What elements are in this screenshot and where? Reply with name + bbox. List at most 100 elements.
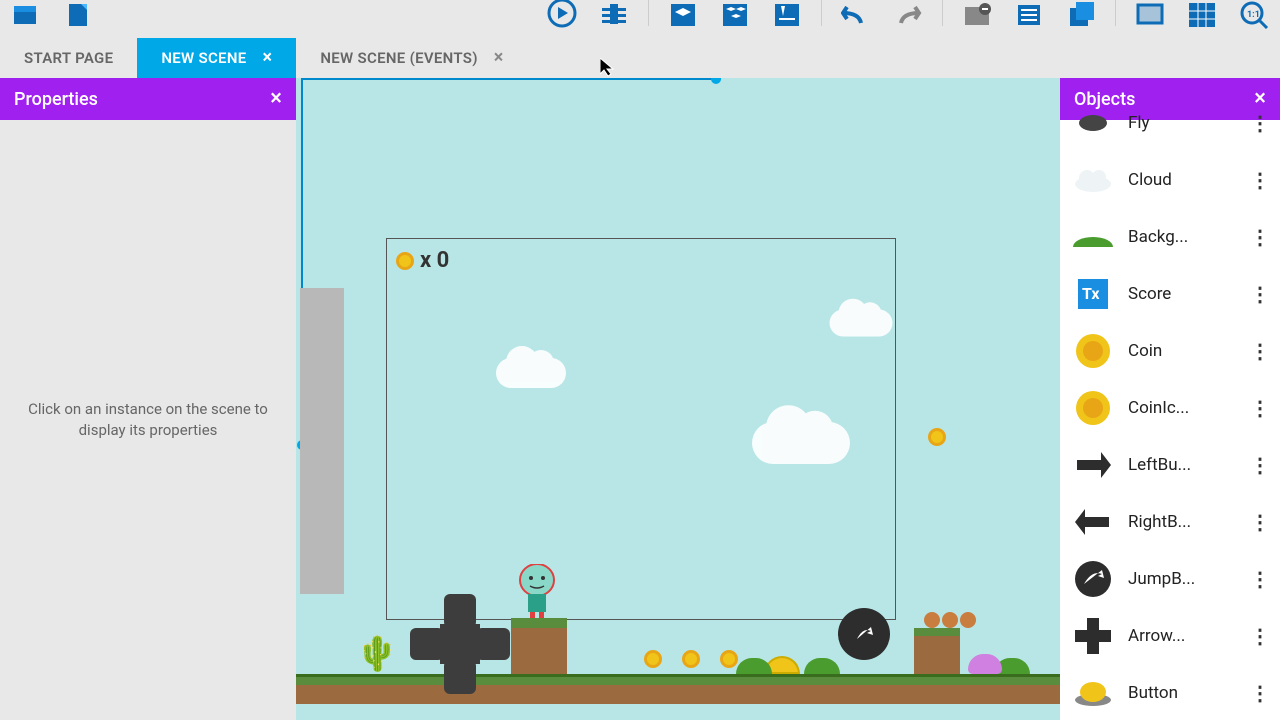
close-icon[interactable]: × [263,49,273,67]
object-item-coin[interactable]: Coin ⋮ [1060,322,1280,379]
kebab-menu-icon[interactable]: ⋮ [1250,681,1268,705]
crates-sprite[interactable] [924,612,976,628]
edit-icon[interactable] [769,0,805,30]
properties-empty-message: Click on an instance on the scene to dis… [0,120,296,720]
slime-sprite[interactable] [968,654,1002,674]
close-icon[interactable]: × [270,88,282,110]
objects-panel: Objects × Fly⋮Cloud⋮Backg...⋮TxScore⋮Coi… [1060,78,1280,720]
screen-icon[interactable] [1132,0,1168,30]
object-item-backg[interactable]: Backg...⋮ [1060,208,1280,265]
tab-bar: START PAGE NEW SCENE × NEW SCENE (EVENTS… [0,38,1280,78]
object-item-coinic[interactable]: CoinIc... ⋮ [1060,379,1280,436]
score-text: x 0 [420,248,449,273]
bush-sprite[interactable] [804,658,840,674]
debug-icon[interactable] [596,0,632,30]
objects-list: Fly⋮Cloud⋮Backg...⋮TxScore⋮Coin⋮CoinIc..… [1060,94,1280,720]
tab-label: START PAGE [24,49,113,67]
toolbar-file-icon[interactable] [60,0,96,30]
object-thumbnail-icon [1072,501,1114,543]
undo-icon[interactable] [838,0,874,30]
coin-sprite[interactable] [644,650,662,668]
bush-sprite[interactable] [736,658,772,674]
tab-new-scene[interactable]: NEW SCENE × [137,38,296,78]
kebab-menu-icon[interactable]: ⋮ [1250,111,1268,135]
object-thumbnail-icon [1072,387,1114,429]
object-label: Score [1128,284,1236,304]
coin-icon [396,252,414,270]
dpad-sprite[interactable] [410,594,510,694]
list-icon[interactable] [1011,0,1047,30]
toolbar-separator [942,0,943,26]
object-label: LeftBu... [1128,455,1236,475]
kebab-menu-icon[interactable]: ⋮ [1250,396,1268,420]
object-thumbnail-icon [1072,444,1114,486]
object-item-rightb[interactable]: RightB... ⋮ [1060,493,1280,550]
cactus-sprite[interactable]: 🌵 [356,634,398,674]
object-label: Coin [1128,341,1236,361]
kebab-menu-icon[interactable]: ⋮ [1250,453,1268,477]
object-thumbnail-icon [1072,216,1114,258]
ruler-handle[interactable] [711,78,721,84]
object-thumbnail-icon [1072,615,1114,657]
coin-sprite[interactable] [928,428,946,446]
kebab-menu-icon[interactable]: ⋮ [1250,225,1268,249]
scene-canvas[interactable]: x 0 🌵 [296,78,1060,720]
toolbar: 1:1 [0,0,1280,38]
coin-sprite[interactable] [720,650,738,668]
properties-header: Properties × [0,78,296,120]
coin-sprite[interactable] [682,650,700,668]
jump-button-sprite[interactable] [838,608,890,660]
object-thumbnail-icon [1072,558,1114,600]
object-thumbnail-icon [1072,159,1114,201]
properties-panel: Properties × Click on an instance on the… [0,78,296,720]
object-label: Button [1128,683,1236,703]
toolbar-separator [648,0,649,26]
scene-ruler-horizontal[interactable] [301,78,721,80]
object-thumbnail-icon [1072,330,1114,372]
object-label: CoinIc... [1128,398,1236,418]
object-item-jumpb[interactable]: JumpB... ⋮ [1060,550,1280,607]
toolbar-project-icon[interactable] [8,0,44,30]
camera-viewport [386,238,896,620]
toolbar-separator [1115,0,1116,26]
zoom-icon[interactable]: 1:1 [1236,0,1272,30]
object-item-button[interactable]: Button ⋮ [1060,664,1280,720]
cubes-icon[interactable] [717,0,753,30]
wall-sprite[interactable] [300,288,344,594]
svg-text:Tx: Tx [1082,284,1100,303]
object-label: RightB... [1128,512,1236,532]
cube-icon[interactable] [665,0,701,30]
object-label: Fly [1128,113,1236,133]
kebab-menu-icon[interactable]: ⋮ [1250,567,1268,591]
tab-label: NEW SCENE [161,49,246,67]
object-item-arrow[interactable]: Arrow...⋮ [1060,607,1280,664]
kebab-menu-icon[interactable]: ⋮ [1250,510,1268,534]
svg-text:1:1: 1:1 [1247,10,1260,20]
object-label: JumpB... [1128,569,1236,589]
kebab-menu-icon[interactable]: ⋮ [1250,282,1268,306]
delete-icon[interactable] [959,0,995,30]
object-thumbnail-icon: Tx [1072,273,1114,315]
object-thumbnail-icon [1072,672,1114,714]
tab-new-scene-events[interactable]: NEW SCENE (EVENTS) × [296,38,527,78]
kebab-menu-icon[interactable]: ⋮ [1250,339,1268,363]
platform-sprite[interactable] [511,618,567,674]
platform-sprite[interactable] [914,628,960,674]
panel-title: Properties [14,89,98,110]
player-sprite[interactable] [516,564,558,618]
layers-icon[interactable] [1063,0,1099,30]
object-item-leftbu[interactable]: LeftBu... ⋮ [1060,436,1280,493]
object-item-cloud[interactable]: Cloud ⋮ [1060,151,1280,208]
kebab-menu-icon[interactable]: ⋮ [1250,624,1268,648]
object-label: Cloud [1128,170,1236,190]
kebab-menu-icon[interactable]: ⋮ [1250,168,1268,192]
object-thumbnail-icon [1072,102,1114,144]
redo-icon[interactable] [890,0,926,30]
score-hud[interactable]: x 0 [396,248,449,273]
tab-start-page[interactable]: START PAGE [0,38,137,78]
play-icon[interactable] [544,0,580,30]
object-item-score[interactable]: Tx Score ⋮ [1060,265,1280,322]
grid-icon[interactable] [1184,0,1220,30]
close-icon[interactable]: × [494,49,504,67]
object-item-fly[interactable]: Fly ⋮ [1060,94,1280,151]
